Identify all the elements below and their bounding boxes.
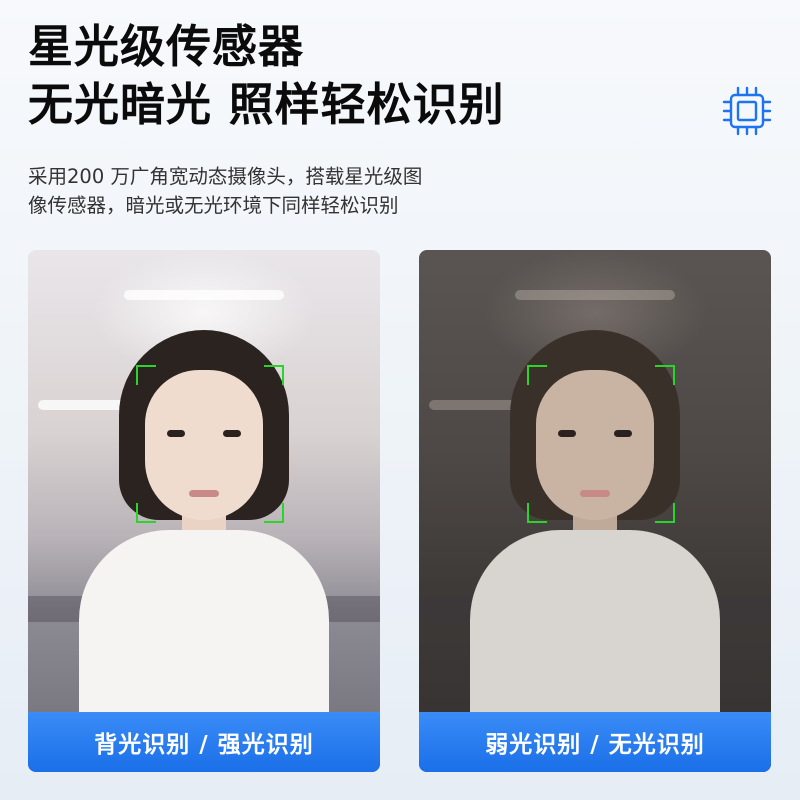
lowlight-caption: 弱光识别 / 无光识别 xyxy=(419,712,771,772)
face-frame-corner xyxy=(136,503,156,523)
description: 采用200 万广角宽动态摄像头，搭载星光级图 像传感器，暗光或无光环境下同样轻松… xyxy=(28,162,422,220)
face-frame-corner xyxy=(527,503,547,523)
headline: 星光级传感器 无光暗光 照样轻松识别 xyxy=(28,18,505,134)
face-frame-corner xyxy=(264,503,284,523)
description-line-2: 像传感器，暗光或无光环境下同样轻松识别 xyxy=(28,194,399,217)
backlight-caption: 背光识别 / 强光识别 xyxy=(28,712,380,772)
face-frame-corner xyxy=(655,503,675,523)
chip-sensor-icon xyxy=(722,86,772,136)
headline-subtitle: 无光暗光 照样轻松识别 xyxy=(28,78,505,131)
backlight-demo-panel: 背光识别 / 强光识别 xyxy=(28,250,380,772)
woman-portrait xyxy=(470,330,720,730)
headline-title: 星光级传感器 xyxy=(28,20,305,73)
face-frame-corner xyxy=(527,365,547,385)
face-frame-corner xyxy=(655,365,675,385)
description-line-1: 采用200 万广角宽动态摄像头，搭载星光级图 xyxy=(28,165,423,188)
woman-portrait xyxy=(79,330,329,730)
face-frame-corner xyxy=(136,365,156,385)
lowlight-demo-panel: 弱光识别 / 无光识别 xyxy=(419,250,771,772)
face-frame-corner xyxy=(264,365,284,385)
